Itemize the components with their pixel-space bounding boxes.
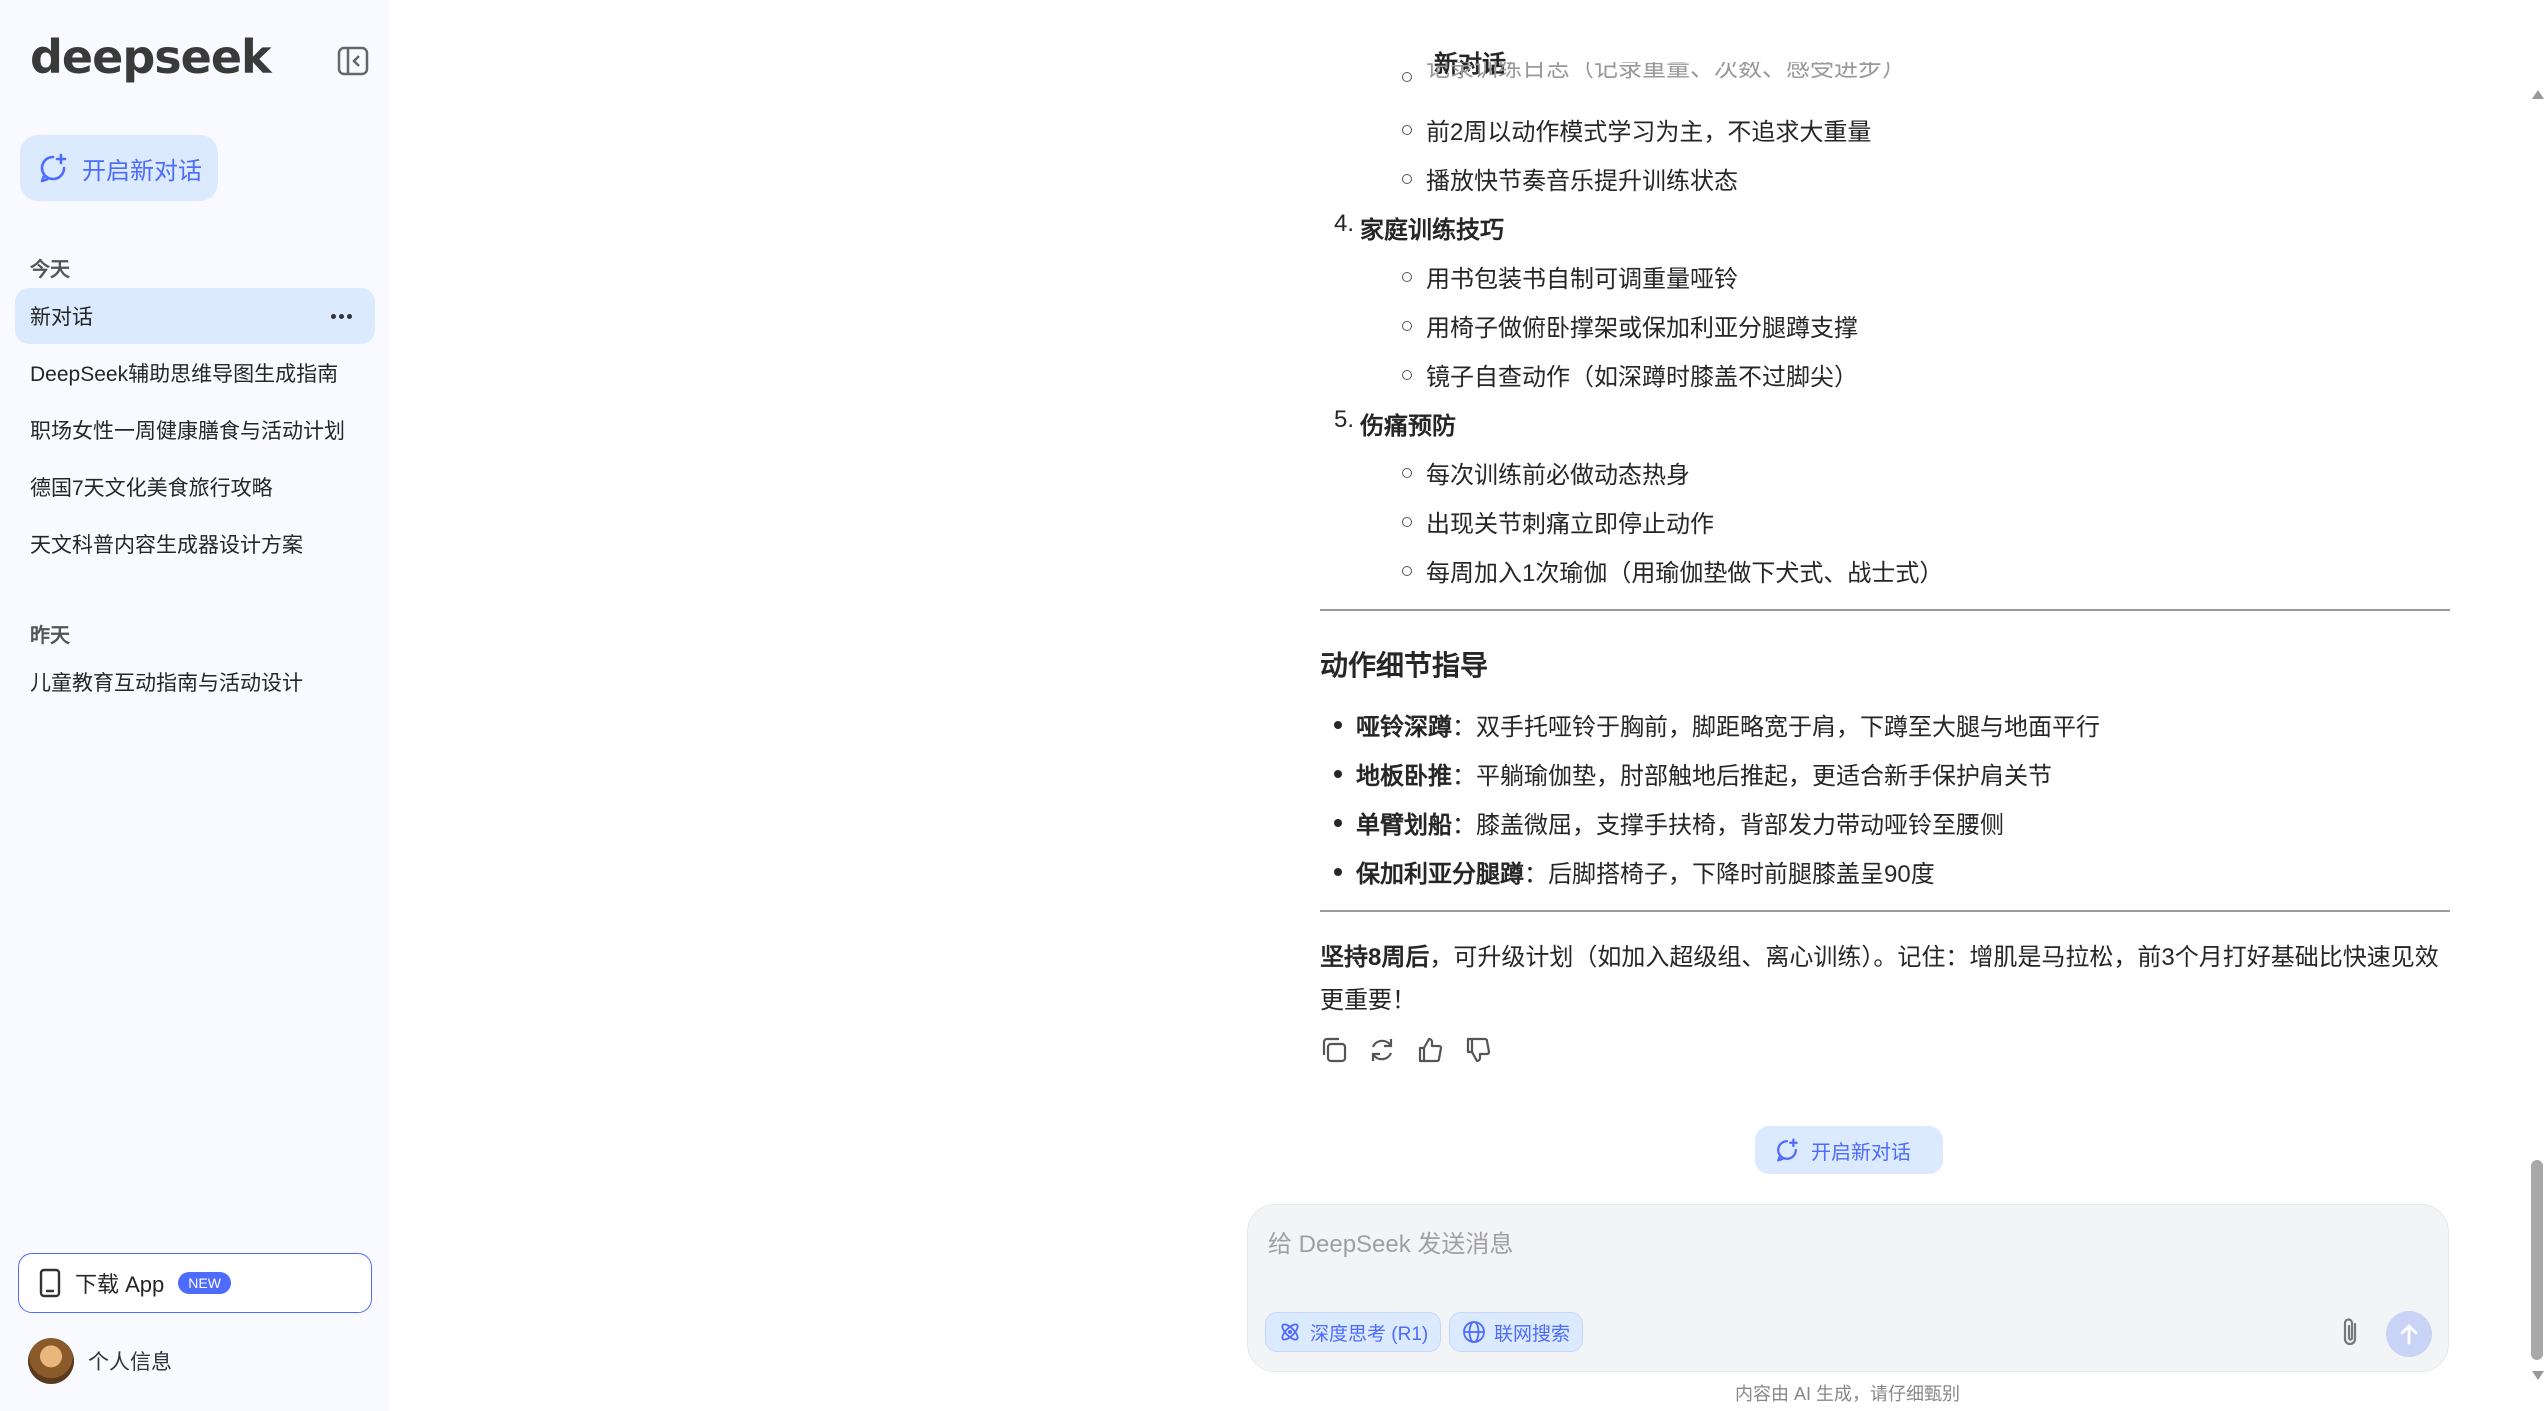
list-item: 前2周以动作模式学习为主，不追求大重量: [1402, 112, 1871, 147]
new-chat-button[interactable]: 开启新对话: [20, 135, 218, 201]
phone-icon: [39, 1268, 61, 1298]
profile-button[interactable]: 个人信息: [28, 1337, 172, 1385]
globe-icon: [1463, 1321, 1485, 1343]
list-item: 哑铃深蹲：双手托哑铃于胸前，脚距略宽于肩，下蹲至大腿与地面平行: [1334, 707, 2100, 742]
new-chat-pill-button[interactable]: 开启新对话: [1755, 1126, 1943, 1174]
conversation-item[interactable]: 德国7天文化美食旅行攻略: [15, 459, 375, 515]
deep-think-label: 深度思考 (R1): [1310, 1323, 1429, 1345]
scrollbar[interactable]: [2528, 90, 2548, 1380]
conversation-title: DeepSeek辅助思维导图生成指南: [30, 363, 339, 386]
conversation-item[interactable]: DeepSeek辅助思维导图生成指南: [15, 345, 375, 401]
chat-main: 新对话 记录训练日志（记录重量、次数、感受进步） 前2周以动作模式学习为主，不追…: [390, 0, 2548, 1411]
conversation-title: 职场女性一周健康膳食与活动计划: [30, 420, 345, 443]
conversation-item[interactable]: 天文科普内容生成器设计方案: [15, 516, 375, 572]
list-item: 播放快节奏音乐提升训练状态: [1402, 161, 1738, 196]
numbered-section-title: 5. 伤痛预防: [1334, 406, 1457, 440]
list-item: 镜子自查动作（如深蹲时膝盖不过脚尖）: [1402, 357, 1858, 392]
divider: [1320, 910, 2450, 912]
avatar: [28, 1338, 74, 1384]
ai-disclaimer: 内容由 AI 生成，请仔细甄别: [1735, 1384, 1961, 1404]
arrow-up-icon: [2400, 1324, 2418, 1345]
list-item: 保加利亚分腿蹲：后脚搭椅子，下降时前腿膝盖呈90度: [1334, 854, 1935, 889]
dislike-button[interactable]: [1464, 1036, 1492, 1064]
message-input[interactable]: [1268, 1225, 2368, 1265]
scroll-down-arrow-icon[interactable]: [2532, 1371, 2544, 1380]
sidebar-collapse-icon: [337, 46, 369, 76]
scroll-thumb[interactable]: [2531, 1160, 2543, 1360]
new-chat-icon: [1777, 1138, 1798, 1162]
send-button[interactable]: [2386, 1311, 2432, 1357]
new-badge: NEW: [178, 1272, 231, 1294]
new-chat-pill-label: 开启新对话: [1811, 1141, 1911, 1164]
thumbs-down-icon: [1466, 1037, 1491, 1063]
list-item: 出现关节刺痛立即停止动作: [1402, 504, 1714, 539]
download-app-label: 下载 App: [75, 1272, 165, 1297]
atom-icon: [1281, 1323, 1299, 1341]
new-chat-icon: [40, 153, 67, 183]
list-item-cutoff: 记录训练日志（记录重量、次数、感受进步）: [1402, 62, 1906, 92]
like-button[interactable]: [1416, 1036, 1444, 1064]
regenerate-button[interactable]: [1368, 1036, 1396, 1064]
sidebar: deepseek 开启新对话 今天 新对话 DeepSeek辅助思维导图生成指南: [0, 0, 390, 1411]
message-composer: 深度思考 (R1) 联网搜索: [1247, 1204, 2449, 1372]
conversation-title: 儿童教育互动指南与活动设计: [30, 672, 303, 695]
app-window: deepseek 开启新对话 今天 新对话 DeepSeek辅助思维导图生成指南: [0, 0, 2548, 1411]
list-item: 地板卧推：平躺瑜伽垫，肘部触地后推起，更适合新手保护肩关节: [1334, 756, 2052, 791]
copy-button[interactable]: [1320, 1036, 1348, 1064]
deep-think-toggle[interactable]: 深度思考 (R1): [1265, 1312, 1442, 1352]
section-heading: 动作细节指导: [1320, 650, 1489, 681]
new-chat-label: 开启新对话: [82, 157, 202, 185]
list-item: 用书包装书自制可调重量哑铃: [1402, 259, 1738, 294]
conversation-item[interactable]: 职场女性一周健康膳食与活动计划: [15, 402, 375, 458]
list-item: 用椅子做俯卧撑架或保加利亚分腿蹲支撑: [1402, 308, 1858, 343]
conversation-title: 天文科普内容生成器设计方案: [30, 534, 303, 557]
list-item: 单臂划船：膝盖微屈，支撑手扶椅，背部发力带动哑铃至腰侧: [1334, 805, 2004, 840]
refresh-icon: [1371, 1039, 1393, 1061]
conversation-item[interactable]: 儿童教育互动指南与活动设计: [15, 654, 375, 710]
collapse-sidebar-button[interactable]: [336, 44, 370, 78]
scroll-up-arrow-icon[interactable]: [2532, 90, 2544, 99]
numbered-section-title: 4. 家庭训练技巧: [1334, 210, 1505, 244]
conversation-title: 新对话: [30, 306, 93, 329]
conversation-title: 德国7天文化美食旅行攻略: [30, 477, 273, 500]
download-app-button[interactable]: 下载 App NEW: [18, 1253, 372, 1313]
list-item: 每次训练前必做动态热身: [1402, 455, 1690, 490]
thumbs-up-icon: [1418, 1037, 1443, 1063]
deepseek-logo: deepseek: [30, 30, 272, 84]
today-section-label: 今天: [30, 259, 70, 281]
attach-file-button[interactable]: [2330, 1312, 2370, 1352]
conversation-item-active[interactable]: 新对话: [15, 288, 375, 344]
yesterday-section-label: 昨天: [30, 625, 70, 647]
list-item: 每周加入1次瑜伽（用瑜伽垫做下犬式、战士式）: [1402, 553, 1943, 588]
profile-label: 个人信息: [88, 1351, 172, 1374]
message-actions: [1320, 1036, 1492, 1064]
paperclip-icon: [2343, 1318, 2357, 1346]
copy-icon: [1322, 1037, 1347, 1063]
web-search-toggle[interactable]: 联网搜索: [1449, 1312, 1584, 1352]
more-options-icon[interactable]: [327, 302, 355, 330]
divider: [1320, 609, 2450, 611]
conclusion-paragraph: 坚持8周后，可升级计划（如加入超级组、离心训练）。记住：增肌是马拉松，前3个月打…: [1320, 944, 2439, 1014]
web-search-label: 联网搜索: [1494, 1323, 1571, 1345]
